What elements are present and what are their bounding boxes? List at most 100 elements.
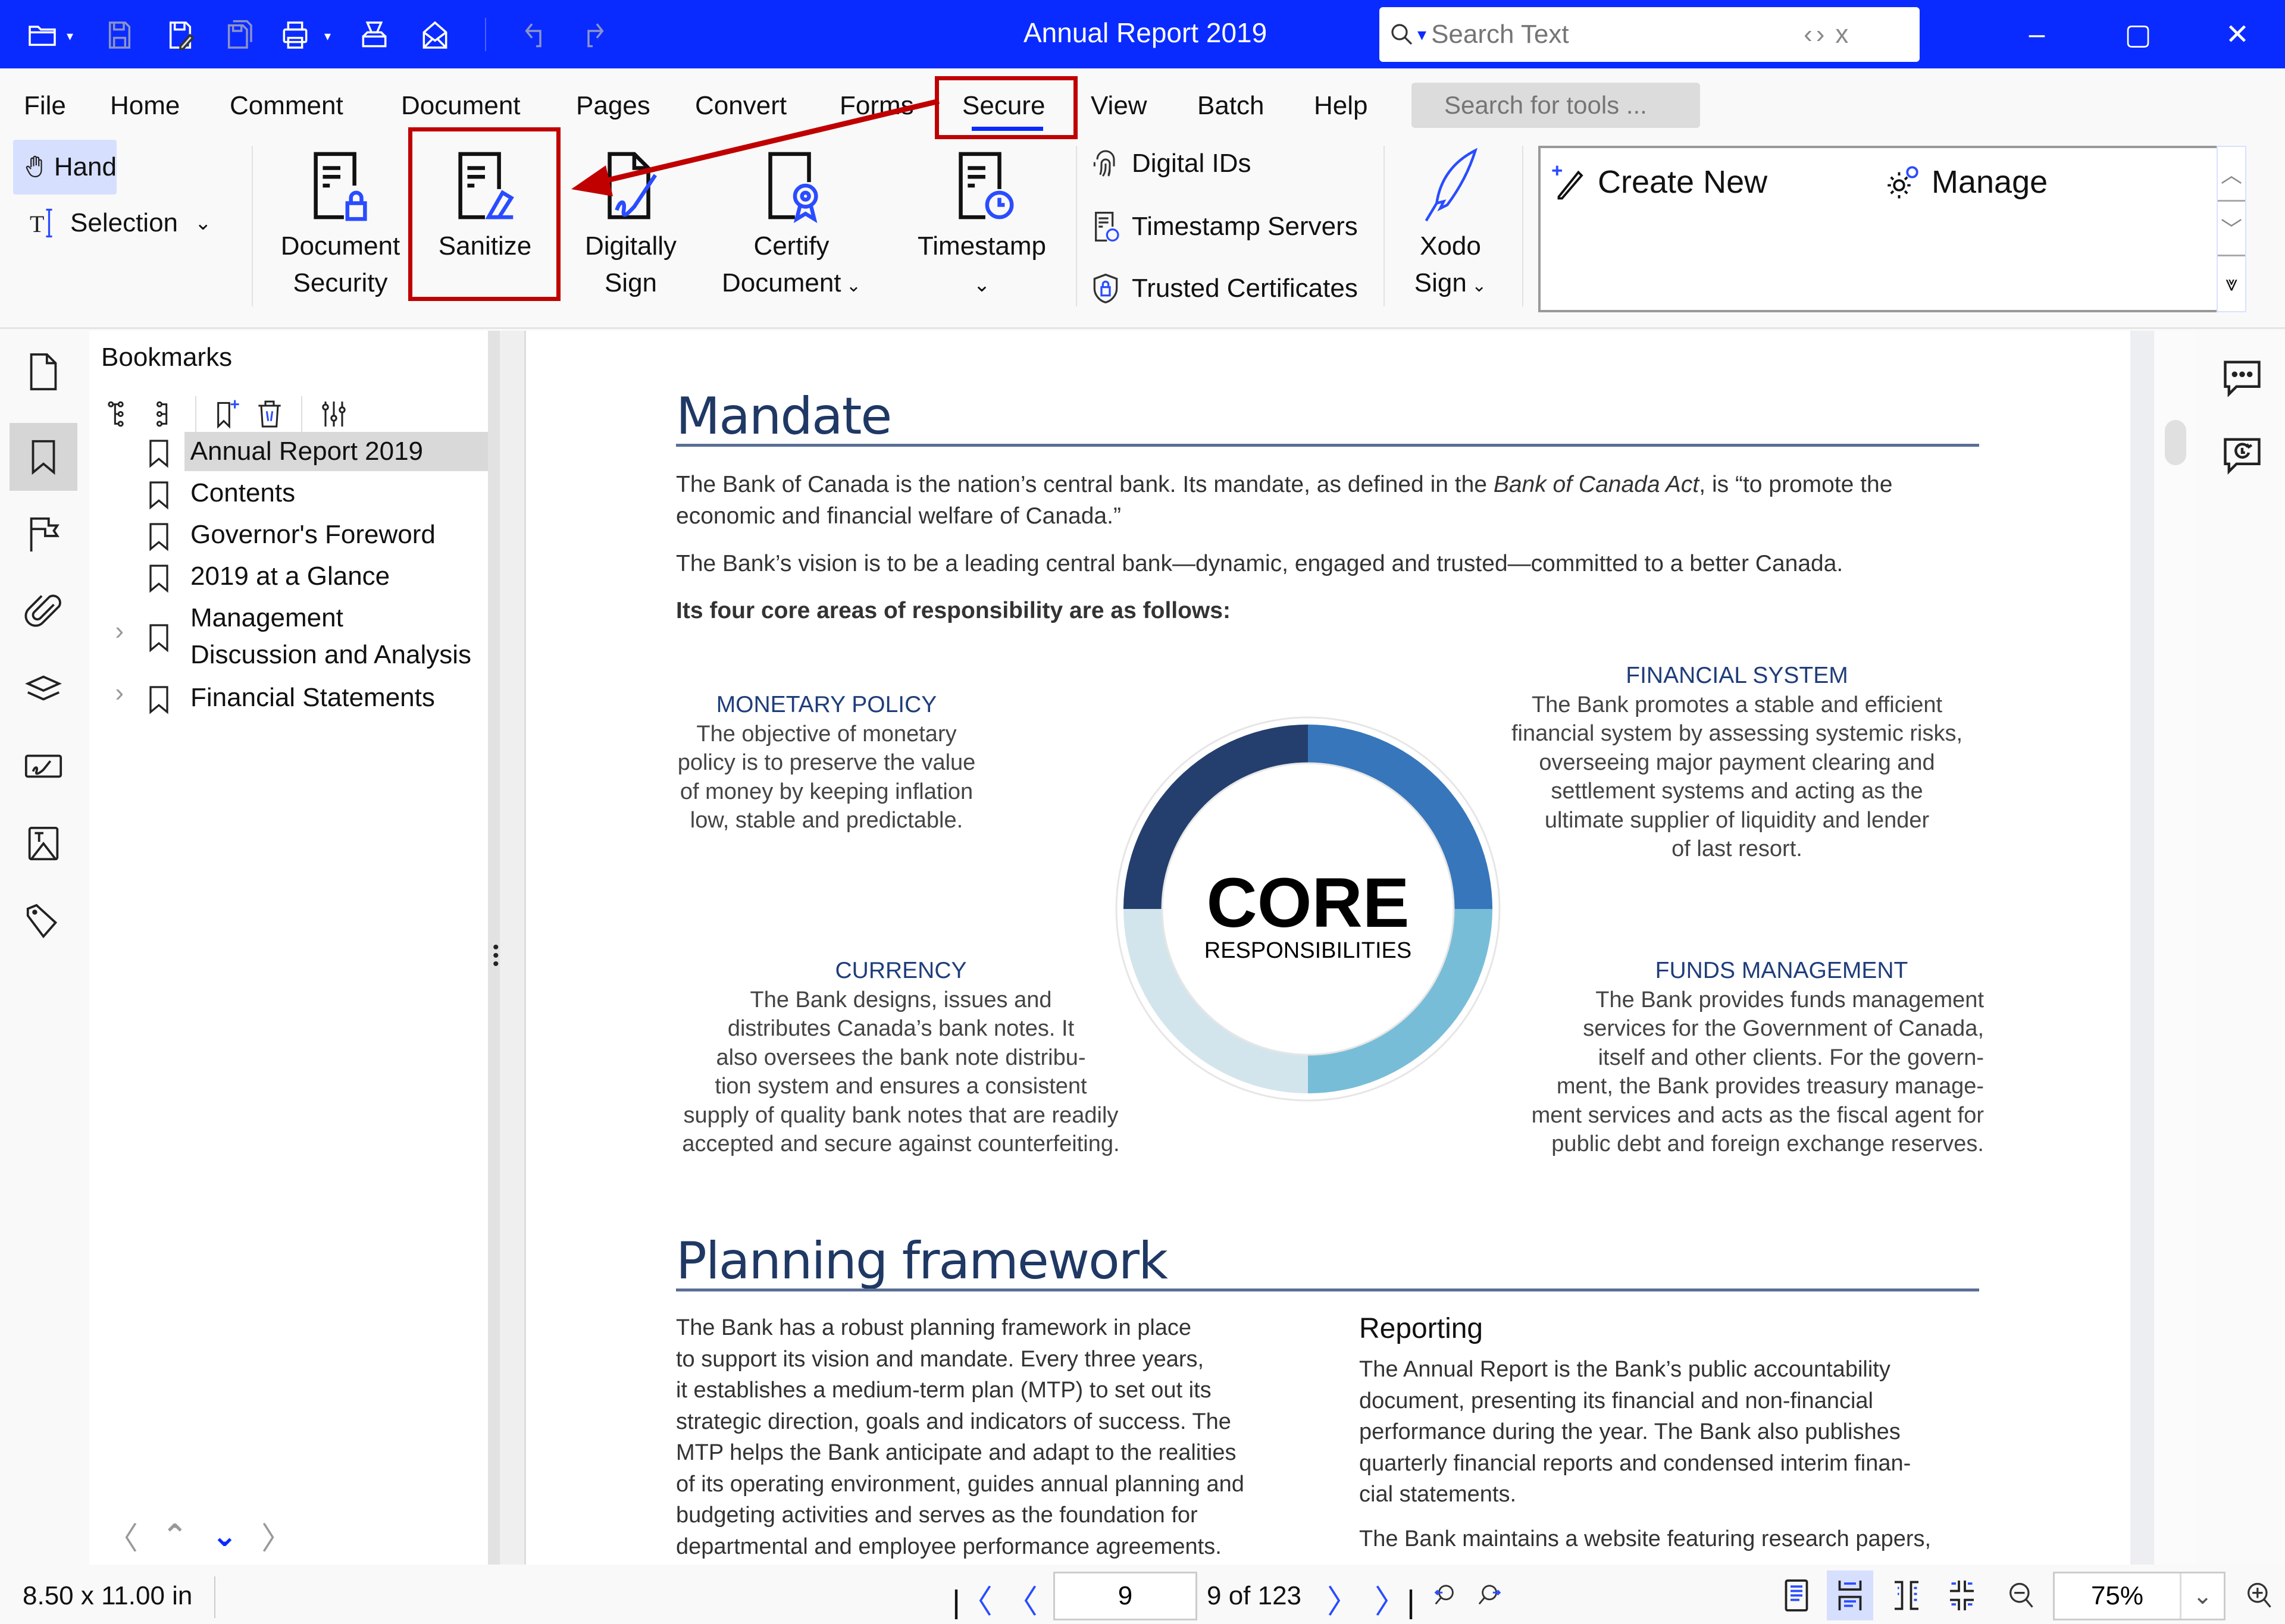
bookmark-nav-down-icon[interactable]: ⌄	[212, 1518, 238, 1554]
first-page-button[interactable]: |〈	[952, 1575, 993, 1622]
search-options-icon[interactable]: ▾	[1417, 24, 1426, 45]
selection-label: Selection	[70, 208, 179, 237]
open-dropdown-icon[interactable]: ▾	[67, 29, 73, 44]
menu-comment[interactable]: Comment	[230, 91, 343, 121]
menu-batch[interactable]: Batch	[1197, 91, 1264, 121]
signature-gallery-scroller[interactable]: ︿ ﹀ ⩔	[2217, 146, 2246, 312]
single-page-view-button[interactable]	[1773, 1570, 1820, 1620]
bookmark-item[interactable]: › Financial Statements	[89, 678, 488, 717]
scrollbar-thumb[interactable]	[2165, 420, 2186, 465]
reporting-paragraph: The Annual Report is the Bank’s public a…	[1359, 1357, 1932, 1551]
zoom-dropdown-icon[interactable]: ⌄	[2180, 1573, 2224, 1619]
facing-view-button[interactable]	[1883, 1570, 1930, 1620]
selection-dropdown-icon[interactable]: ⌄	[195, 211, 212, 235]
bookmark-item[interactable]: Annual Report 2019	[89, 432, 488, 471]
close-button[interactable]: ✕	[2205, 12, 2270, 57]
add-bookmark-button[interactable]	[207, 393, 249, 435]
search-text-input[interactable]	[1431, 20, 1801, 49]
print-dropdown-icon[interactable]: ▾	[324, 29, 331, 44]
menu-view[interactable]: View	[1091, 91, 1147, 121]
bookmark-item[interactable]: › Management Discussion and Analysis	[89, 598, 488, 675]
comment-history-icon[interactable]	[2220, 432, 2265, 477]
xodo-sign-button[interactable]: Xodo Sign ⌄	[1398, 147, 1503, 305]
save-icon[interactable]	[101, 17, 138, 54]
facing-continuous-view-button[interactable]	[1939, 1570, 1985, 1620]
zoom-level-input[interactable]	[2055, 1573, 2180, 1619]
bookmark-nav-right-icon[interactable]: 〉	[261, 1513, 292, 1558]
minimize-button[interactable]: –	[2004, 12, 2070, 57]
timestamp-servers-button[interactable]: Timestamp Servers	[1089, 210, 1358, 243]
last-page-button[interactable]: 〉|	[1375, 1575, 1415, 1622]
gallery-scroll-down-icon[interactable]: ﹀	[2218, 202, 2245, 256]
menu-document[interactable]: Document	[401, 91, 521, 121]
expand-chevron-icon[interactable]: ›	[89, 598, 136, 646]
vertical-scrollbar[interactable]	[2130, 331, 2196, 1565]
signatures-panel-button[interactable]	[10, 732, 77, 800]
panel-splitter[interactable]: • • •	[488, 331, 526, 1565]
expand-all-button[interactable]	[101, 393, 143, 435]
create-new-signature-button[interactable]: Create New	[1549, 162, 1767, 202]
document-viewer[interactable]: Mandate The Bank of Canada is the nation…	[526, 331, 2130, 1565]
selection-tool-button[interactable]: T Selection ⌄	[30, 205, 212, 241]
bookmark-item[interactable]: 2019 at a Glance	[89, 557, 488, 596]
pages-panel-button[interactable]	[10, 338, 77, 406]
undo-icon[interactable]	[518, 17, 555, 54]
next-view-icon[interactable]	[1477, 1581, 1504, 1609]
page-number-input[interactable]	[1053, 1572, 1197, 1620]
bookmarks-panel-button[interactable]	[10, 423, 77, 491]
bookmark-nav-up-icon[interactable]: ⌃	[162, 1518, 188, 1554]
search-prev-button[interactable]: ‹	[1804, 20, 1813, 49]
redo-icon[interactable]	[574, 17, 611, 54]
xodo-sign-dropdown-icon[interactable]: ⌄	[1467, 276, 1486, 296]
continuous-view-button[interactable]	[1827, 1570, 1873, 1620]
menu-bar: File Home Comment Document Pages Convert…	[0, 68, 2285, 140]
timestamp-dropdown-icon[interactable]: ⌄	[974, 274, 991, 296]
certify-dropdown-icon[interactable]: ⌄	[841, 276, 861, 296]
zoom-level-select[interactable]: ⌄	[2053, 1572, 2225, 1620]
tools-search-box[interactable]	[1411, 83, 1700, 128]
bookmark-item[interactable]: Governor's Foreword	[89, 515, 488, 554]
open-folder-icon[interactable]	[24, 17, 61, 54]
document-security-button[interactable]: Document Security	[275, 147, 406, 302]
maximize-button[interactable]: ▢	[2105, 12, 2171, 57]
menu-home[interactable]: Home	[110, 91, 180, 121]
delete-bookmark-button[interactable]	[249, 393, 290, 435]
planning-paragraph: The Bank has a robust planning framework…	[676, 1315, 1244, 1559]
gallery-scroll-up-icon[interactable]: ︿	[2218, 147, 2245, 202]
previous-page-button[interactable]: 〈	[1006, 1575, 1038, 1622]
manage-signatures-button[interactable]: Manage	[1883, 162, 2048, 202]
search-text-box[interactable]: ▾ ‹ › x	[1379, 7, 1920, 62]
collapse-all-button[interactable]	[143, 393, 184, 435]
bookmark-settings-button[interactable]	[313, 393, 355, 435]
save-all-icon[interactable]	[220, 17, 257, 54]
save-as-icon[interactable]	[162, 17, 199, 54]
bookmark-item[interactable]: Contents	[89, 474, 488, 513]
comments-icon[interactable]	[2220, 355, 2265, 400]
content-editing-panel-button[interactable]	[10, 810, 77, 877]
trusted-certificates-button[interactable]: Trusted Certificates	[1089, 272, 1358, 305]
search-next-button[interactable]: ›	[1816, 20, 1825, 49]
email-icon[interactable]	[417, 17, 453, 54]
tools-search-input[interactable]	[1444, 91, 1694, 120]
next-page-button[interactable]: 〉	[1327, 1575, 1359, 1622]
expand-chevron-icon[interactable]: ›	[89, 678, 136, 708]
print-icon[interactable]	[277, 17, 314, 54]
search-close-button[interactable]: x	[1835, 20, 1848, 49]
menu-help[interactable]: Help	[1314, 91, 1368, 121]
gallery-expand-icon[interactable]: ⩔	[2218, 256, 2245, 311]
hand-tool-button[interactable]: Hand	[13, 140, 117, 195]
menu-file[interactable]: File	[24, 91, 66, 121]
zoom-out-icon[interactable]	[2005, 1580, 2036, 1611]
tags-panel-button[interactable]	[10, 887, 77, 955]
attachments-panel-button[interactable]	[10, 578, 77, 645]
flags-panel-button[interactable]	[10, 500, 77, 568]
bookmark-nav-left-icon[interactable]: 〈	[107, 1513, 138, 1558]
zoom-in-icon[interactable]	[2243, 1580, 2274, 1611]
scan-icon[interactable]	[356, 17, 393, 54]
digital-ids-button[interactable]: Digital IDs	[1089, 147, 1251, 180]
continuous-page-icon	[1838, 1581, 1862, 1610]
pdf-page: Mandate The Bank of Canada is the nation…	[526, 331, 2130, 1565]
layers-panel-button[interactable]	[10, 655, 77, 723]
previous-view-icon[interactable]	[1431, 1581, 1458, 1609]
splitter-grip-icon[interactable]: • • •	[493, 939, 499, 973]
